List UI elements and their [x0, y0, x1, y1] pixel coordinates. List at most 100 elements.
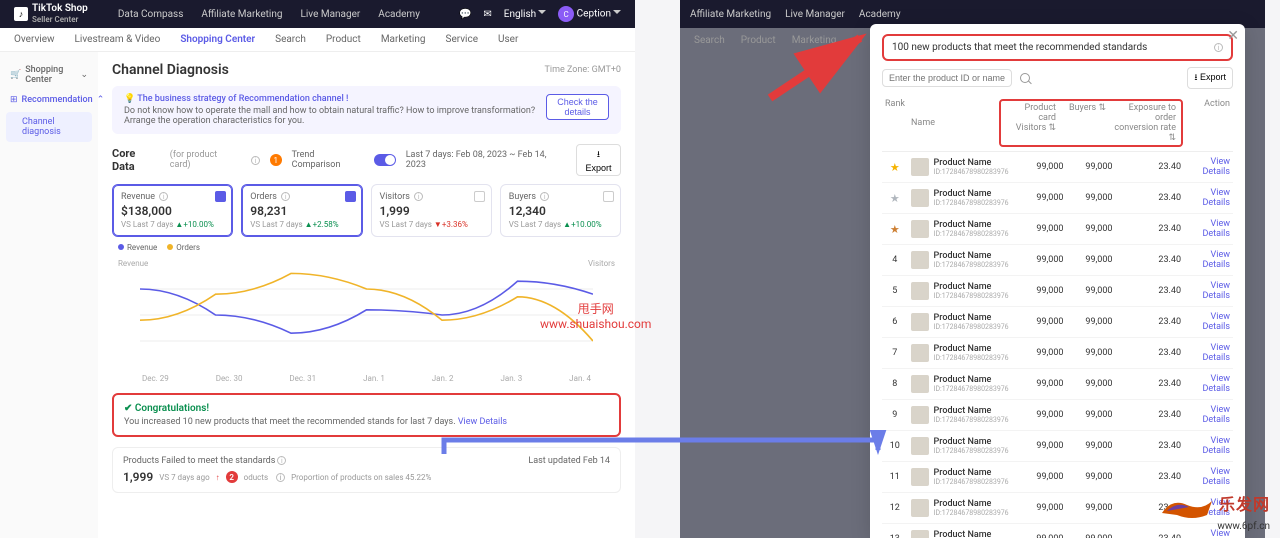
kpi-visitors[interactable]: Visitors i1,999VS Last 7 days ▼+3.36% [371, 184, 492, 237]
view-details-link[interactable]: View Details [1184, 281, 1233, 301]
name-cell: Product NameID:17284678980283976 [908, 406, 1012, 424]
date-range[interactable]: Last 7 days: Feb 08, 2023 ~ Feb 14, 2023 [406, 150, 566, 170]
product-thumbnail [911, 437, 929, 455]
table-row: 4Product NameID:1728467898028397699,0009… [882, 245, 1233, 276]
kpi-orders[interactable]: Orders i98,231VS Last 7 days ▲+2.58% [241, 184, 362, 237]
product-thumbnail [911, 499, 929, 517]
rank-cell: 12 [882, 503, 908, 513]
conv-cell: 23.40 [1115, 534, 1184, 538]
check-details-button[interactable]: Check the details [546, 94, 609, 120]
search-icon[interactable] [1020, 73, 1030, 83]
view-details-link[interactable]: View Details [1184, 436, 1233, 456]
sidebar-item-recommendation[interactable]: ⊞ Recommendation ⌃ [6, 90, 92, 110]
kpi-buyers[interactable]: Buyers i12,340VS Last 7 days ▲+10.00% [500, 184, 621, 237]
tab-marketing[interactable]: Marketing [381, 34, 426, 45]
nav-data-compass[interactable]: Data Compass [118, 9, 184, 20]
subtabs: Overview Livestream & Video Shopping Cen… [0, 28, 635, 52]
name-cell: Product NameID:17284678980283976 [908, 189, 1012, 207]
nav-academy-r[interactable]: Academy [859, 9, 901, 20]
close-icon[interactable]: ✕ [1227, 28, 1239, 44]
bull-icon [1157, 493, 1217, 521]
view-details-link[interactable]: View Details [1184, 374, 1233, 394]
table-row: 11Product NameID:1728467898028397699,000… [882, 462, 1233, 493]
badge-2: 2 [226, 471, 238, 483]
conv-cell: 23.40 [1115, 255, 1184, 265]
view-details-link[interactable]: View Details [458, 417, 507, 427]
view-details-link[interactable]: View Details [1184, 312, 1233, 332]
product-thumbnail [911, 406, 929, 424]
chat-icon[interactable]: 💬 [459, 9, 471, 20]
table-body: ★Product NameID:1728467898028397699,0009… [882, 152, 1233, 538]
nav-affiliate[interactable]: Affiliate Marketing [201, 9, 282, 20]
name-cell: Product NameID:17284678980283976 [908, 282, 1012, 300]
product-thumbnail [911, 530, 929, 538]
col-visitors[interactable]: Product card Visitors ⇅ [1003, 103, 1059, 143]
view-details-link[interactable]: View Details [1184, 467, 1233, 487]
name-cell: Product NameID:17284678980283976 [908, 375, 1012, 393]
view-details-link[interactable]: View Details [1184, 219, 1233, 239]
info-icon[interactable]: i [1214, 43, 1223, 52]
checkbox-icon[interactable] [603, 191, 614, 202]
view-details-link[interactable]: View Details [1184, 250, 1233, 270]
info-icon[interactable]: i [251, 156, 260, 165]
sidebar-item-shopping[interactable]: 🛒 Shopping Center ⌄ [6, 60, 92, 90]
product-thumbnail [911, 375, 929, 393]
arrow-red-icon [760, 28, 880, 108]
checkbox-icon[interactable] [345, 191, 356, 202]
trend-toggle[interactable] [374, 154, 396, 166]
language-selector[interactable]: English [504, 9, 546, 20]
chart: Revenue Orders Revenue Visitors Dec. 29D… [112, 245, 621, 385]
checkbox-icon[interactable] [215, 191, 226, 202]
visitors-cell: 99,000 [1012, 193, 1067, 203]
tab-livestream[interactable]: Livestream & Video [75, 34, 161, 45]
info-strip: 💡 The business strategy of Recommendatio… [112, 86, 621, 134]
fail-row2: 1,999 VS 7 days ago ↑ 2 oducts i Proport… [123, 470, 610, 484]
brand[interactable]: ♪ TikTok Shop Seller Center [14, 3, 88, 25]
tab-service[interactable]: Service [446, 34, 479, 45]
export-button[interactable]: ⭳ Export [576, 144, 621, 176]
modal-export-button[interactable]: ⭳ Export [1187, 67, 1233, 89]
sidebar-item-channel-diagnosis[interactable]: Channel diagnosis [6, 112, 92, 142]
buyers-cell: 99,000 [1066, 410, 1115, 420]
visitors-cell: 99,000 [1012, 224, 1067, 234]
col-buyers[interactable]: Buyers ⇅ [1059, 103, 1109, 143]
conv-cell: 23.40 [1115, 348, 1184, 358]
brand-name: TikTok Shop [32, 3, 88, 14]
col-name: Name [908, 99, 999, 147]
tab-user[interactable]: User [498, 34, 518, 45]
table-row: 8Product NameID:1728467898028397699,0009… [882, 369, 1233, 400]
x-axis-labels: Dec. 29Dec. 30Dec. 31Jan. 1Jan. 2Jan. 3J… [142, 374, 591, 383]
kpi-revenue[interactable]: Revenue i$138,000VS Last 7 days ▲+10.00% [112, 184, 233, 237]
tab-product[interactable]: Product [326, 34, 361, 45]
nav-live-manager[interactable]: Live Manager [300, 9, 360, 20]
view-details-link[interactable]: View Details [1184, 343, 1233, 363]
table-row: 7Product NameID:1728467898028397699,0009… [882, 338, 1233, 369]
tab-shopping-center[interactable]: Shopping Center [180, 34, 255, 45]
view-details-link[interactable]: View Details [1184, 405, 1233, 425]
tab-search[interactable]: Search [275, 34, 306, 45]
product-thumbnail [911, 158, 929, 176]
page-title: Channel Diagnosis [112, 62, 229, 78]
tab-overview[interactable]: Overview [14, 34, 55, 45]
conv-cell: 23.40 [1115, 410, 1184, 420]
view-details-link[interactable]: View Details [1184, 157, 1233, 177]
buyers-cell: 99,000 [1066, 286, 1115, 296]
buyers-cell: 99,000 [1066, 193, 1115, 203]
kpi-grid: Revenue i$138,000VS Last 7 days ▲+10.00%… [112, 184, 621, 237]
product-search-input[interactable] [882, 69, 1012, 87]
congrats-head: ✔ Congratulations! [124, 403, 609, 414]
col-conversion[interactable]: Exposure to order conversion rate ⇅ [1109, 103, 1179, 143]
conv-cell: 23.40 [1115, 286, 1184, 296]
user-menu[interactable]: C Ception [558, 6, 621, 22]
nav-academy[interactable]: Academy [378, 9, 420, 20]
top-nav: Data Compass Affiliate Marketing Live Ma… [118, 9, 420, 20]
nav-affiliate-r[interactable]: Affiliate Marketing [690, 9, 771, 20]
rank-cell: ★ [882, 192, 908, 205]
checkbox-icon[interactable] [474, 191, 485, 202]
table-row: 10Product NameID:1728467898028397699,000… [882, 431, 1233, 462]
nav-live-r[interactable]: Live Manager [785, 9, 845, 20]
name-cell: Product NameID:17284678980283976 [908, 499, 1012, 517]
info-strip-body: Do not know how to operate the mall and … [124, 106, 546, 126]
view-details-link[interactable]: View Details [1184, 188, 1233, 208]
notification-icon[interactable]: ✉ [483, 9, 491, 20]
